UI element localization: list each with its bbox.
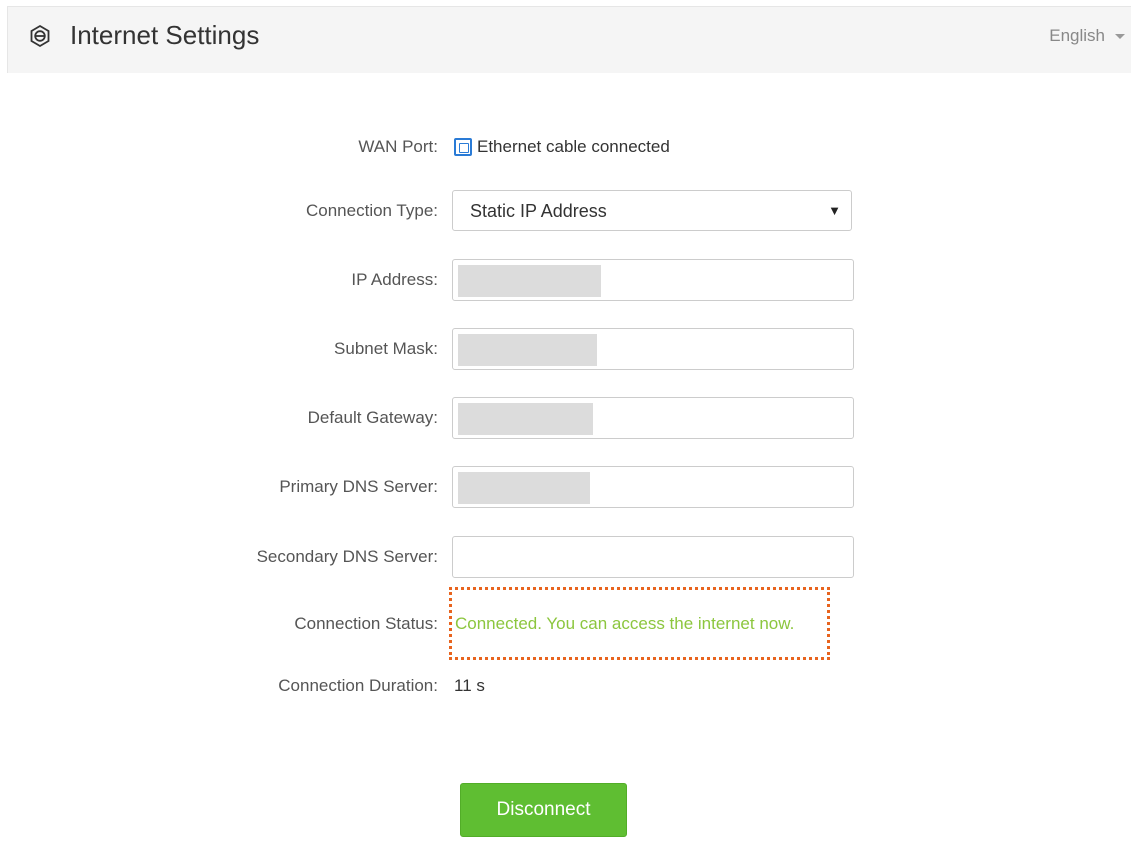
wan-port-row: WAN Port: Ethernet cable connected xyxy=(0,126,1131,168)
connection-type-label: Connection Type: xyxy=(306,201,438,220)
subnet-mask-row: Subnet Mask: xyxy=(0,328,1131,370)
default-gateway-input[interactable] xyxy=(452,397,854,439)
ethernet-port-icon xyxy=(454,138,472,156)
connection-duration-row: Connection Duration: 11 s xyxy=(0,665,1131,707)
chevron-down-icon xyxy=(1115,33,1125,39)
connection-status-value: Connected. You can access the internet n… xyxy=(455,614,795,633)
primary-dns-input[interactable] xyxy=(452,466,854,508)
ip-address-input[interactable] xyxy=(452,259,854,301)
connection-type-select[interactable]: Static IP Address ▼ xyxy=(452,190,852,231)
disconnect-button[interactable]: Disconnect xyxy=(460,783,627,837)
secondary-dns-input[interactable] xyxy=(452,536,854,578)
subnet-mask-label: Subnet Mask: xyxy=(334,339,438,358)
primary-dns-label: Primary DNS Server: xyxy=(279,477,438,496)
connection-status-label: Connection Status: xyxy=(294,614,438,633)
subnet-mask-input[interactable] xyxy=(452,328,854,370)
ie-settings-icon xyxy=(28,24,52,48)
ip-address-row: IP Address: xyxy=(0,259,1131,301)
secondary-dns-label: Secondary DNS Server: xyxy=(256,547,438,566)
default-gateway-row: Default Gateway: xyxy=(0,397,1131,439)
connection-type-row: Connection Type: Static IP Address ▼ xyxy=(0,190,1131,232)
primary-dns-row: Primary DNS Server: xyxy=(0,466,1131,508)
language-label: English xyxy=(1049,26,1105,45)
redacted-value xyxy=(458,334,597,366)
redacted-value xyxy=(458,403,593,435)
ip-address-label: IP Address: xyxy=(351,270,438,289)
wan-port-status-text: Ethernet cable connected xyxy=(477,137,670,156)
connection-duration-label: Connection Duration: xyxy=(278,676,438,695)
redacted-value xyxy=(458,472,590,504)
dropdown-arrow-icon: ▼ xyxy=(828,203,841,218)
secondary-dns-row: Secondary DNS Server: xyxy=(0,536,1131,578)
connection-duration-value: 11 s xyxy=(454,676,485,695)
wan-port-label: WAN Port: xyxy=(358,137,438,156)
page-title-group: Internet Settings xyxy=(28,20,259,51)
language-select[interactable]: English xyxy=(1049,26,1125,46)
header-bar: Internet Settings English xyxy=(7,6,1131,73)
default-gateway-label: Default Gateway: xyxy=(307,408,438,427)
redacted-value xyxy=(458,265,601,297)
page-title: Internet Settings xyxy=(70,20,260,50)
wan-port-status: Ethernet cable connected xyxy=(454,126,670,168)
connection-type-value: Static IP Address xyxy=(470,201,607,221)
